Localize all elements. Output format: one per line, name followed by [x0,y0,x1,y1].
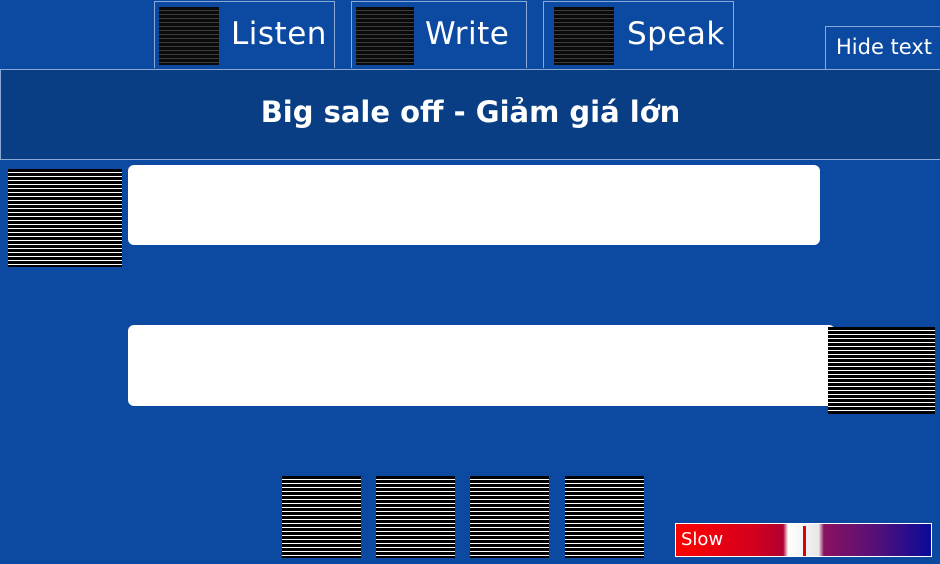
write-image-icon [356,7,414,65]
speaker-right-avatar [828,327,935,414]
speed-label: Slow [681,529,724,550]
tab-listen[interactable]: Listen [154,1,335,68]
tab-write[interactable]: Write [351,1,527,68]
hide-text-button[interactable]: Hide text [825,26,940,69]
dialogue-bubble-1 [128,165,820,245]
dialogue-bubble-2 [128,325,835,406]
playback-control-3[interactable] [470,476,549,558]
lesson-title: Big sale off - Giảm giá lớn [260,95,681,129]
speaker-left-avatar [8,169,122,267]
speed-slider[interactable]: Slow [675,523,932,557]
listen-image-icon [159,7,219,65]
speed-slider-handle[interactable] [803,526,806,556]
lesson-title-bar: Big sale off - Giảm giá lớn [0,69,940,160]
speak-image-icon [554,7,614,65]
playback-control-4[interactable] [565,476,644,558]
tab-speak-label: Speak [627,16,725,52]
tab-listen-label: Listen [231,16,327,52]
playback-control-2[interactable] [376,476,455,558]
tab-write-label: Write [425,16,510,52]
playback-control-1[interactable] [282,476,361,558]
tab-speak[interactable]: Speak [543,1,734,68]
